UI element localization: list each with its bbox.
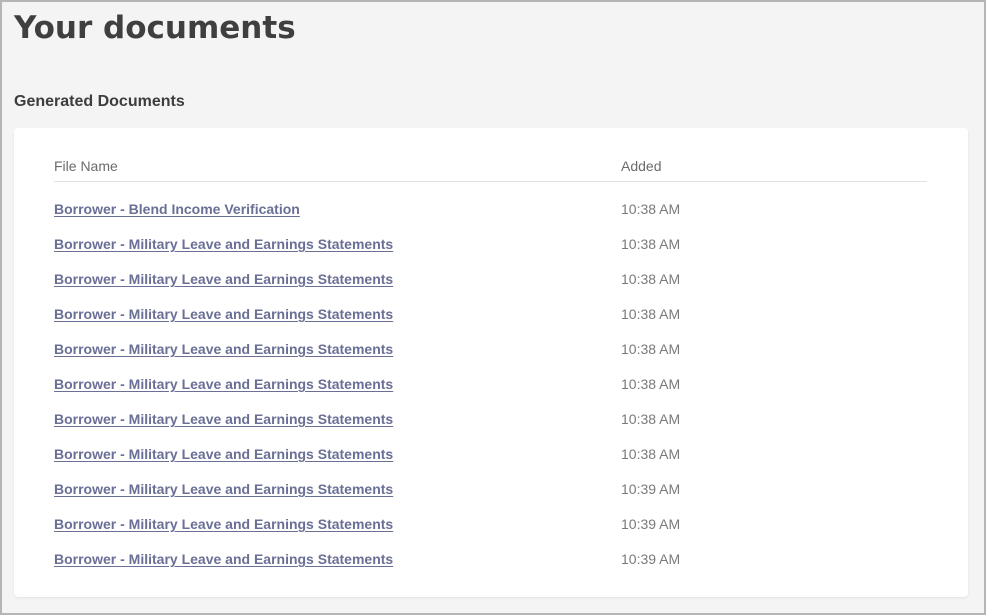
table-row: Borrower - Military Leave and Earnings S… (54, 402, 927, 437)
added-time: 10:38 AM (621, 446, 681, 462)
table-row: Borrower - Military Leave and Earnings S… (54, 227, 927, 262)
table-row: Borrower - Military Leave and Earnings S… (54, 262, 927, 297)
column-header-added: Added (621, 158, 662, 174)
table-header: File Name Added (54, 154, 927, 182)
table-row: Borrower - Military Leave and Earnings S… (54, 332, 927, 367)
page-title: Your documents (14, 10, 296, 46)
table-row: Borrower - Military Leave and Earnings S… (54, 472, 927, 507)
column-header-file-name: File Name (54, 158, 118, 174)
added-time: 10:39 AM (621, 551, 681, 567)
added-time: 10:38 AM (621, 411, 681, 427)
table-row: Borrower - Military Leave and Earnings S… (54, 367, 927, 402)
document-link[interactable]: Borrower - Military Leave and Earnings S… (54, 340, 393, 358)
document-link[interactable]: Borrower - Military Leave and Earnings S… (54, 235, 393, 253)
added-time: 10:38 AM (621, 376, 681, 392)
added-time: 10:38 AM (621, 306, 681, 322)
added-time: 10:38 AM (621, 236, 681, 252)
document-link[interactable]: Borrower - Blend Income Verification (54, 200, 300, 218)
table-row: Borrower - Blend Income Verification 10:… (54, 192, 927, 227)
document-link[interactable]: Borrower - Military Leave and Earnings S… (54, 305, 393, 323)
added-time: 10:39 AM (621, 481, 681, 497)
added-time: 10:38 AM (621, 271, 681, 287)
table-row: Borrower - Military Leave and Earnings S… (54, 437, 927, 472)
table-row: Borrower - Military Leave and Earnings S… (54, 542, 927, 577)
table-row: Borrower - Military Leave and Earnings S… (54, 507, 927, 542)
added-time: 10:39 AM (621, 516, 681, 532)
table-row: Borrower - Military Leave and Earnings S… (54, 297, 927, 332)
section-title-generated-documents: Generated Documents (14, 93, 185, 110)
document-link[interactable]: Borrower - Military Leave and Earnings S… (54, 410, 393, 428)
document-link[interactable]: Borrower - Military Leave and Earnings S… (54, 445, 393, 463)
documents-page: Your documents Generated Documents File … (0, 0, 986, 615)
document-link[interactable]: Borrower - Military Leave and Earnings S… (54, 550, 393, 568)
document-link[interactable]: Borrower - Military Leave and Earnings S… (54, 270, 393, 288)
document-link[interactable]: Borrower - Military Leave and Earnings S… (54, 515, 393, 533)
documents-card: File Name Added Borrower - Blend Income … (14, 128, 968, 597)
added-time: 10:38 AM (621, 201, 681, 217)
added-time: 10:38 AM (621, 341, 681, 357)
document-link[interactable]: Borrower - Military Leave and Earnings S… (54, 480, 393, 498)
documents-table-body: Borrower - Blend Income Verification 10:… (54, 192, 927, 577)
document-link[interactable]: Borrower - Military Leave and Earnings S… (54, 375, 393, 393)
